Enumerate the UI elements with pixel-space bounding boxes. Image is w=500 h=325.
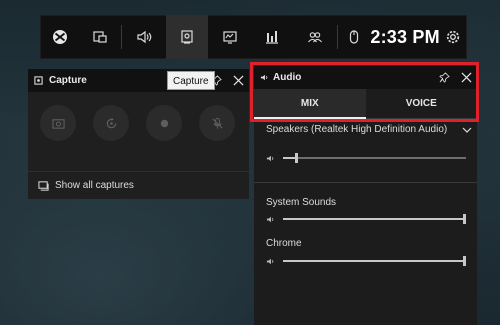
capture-actions bbox=[40, 105, 235, 141]
clock: 2:33 PM bbox=[370, 26, 440, 47]
close-icon bbox=[232, 75, 244, 86]
device-volume-slider[interactable] bbox=[266, 152, 466, 164]
output-device-select[interactable]: Speakers (Realtek High Definition Audio) bbox=[266, 124, 472, 135]
camera-icon bbox=[34, 76, 43, 85]
capture-widget: Capture Show all captures bbox=[28, 69, 249, 199]
resources-icon bbox=[266, 31, 279, 44]
highlight-box bbox=[250, 62, 479, 122]
social-icon bbox=[308, 32, 323, 43]
system-sounds-volume-slider[interactable] bbox=[266, 213, 466, 225]
record-last-icon bbox=[106, 117, 116, 128]
volume-icon bbox=[266, 216, 274, 222]
capture-button[interactable] bbox=[165, 15, 208, 59]
slider-track bbox=[283, 214, 466, 224]
slider-fill bbox=[283, 260, 466, 262]
show-all-captures-label: Show all captures bbox=[55, 180, 134, 191]
mic-toggle-button[interactable] bbox=[199, 105, 235, 141]
gallery-icon bbox=[38, 181, 49, 191]
game-bar: 2:33 PM bbox=[40, 15, 467, 59]
capture-close-button[interactable] bbox=[227, 69, 249, 92]
app-name-chrome: Chrome bbox=[266, 238, 302, 249]
performance-icon bbox=[222, 31, 237, 44]
xbox-icon bbox=[52, 30, 67, 44]
gear-icon bbox=[446, 30, 460, 44]
performance-button[interactable] bbox=[208, 15, 252, 59]
show-all-captures-link[interactable]: Show all captures bbox=[28, 171, 249, 199]
volume-icon bbox=[266, 155, 274, 161]
start-recording-button[interactable] bbox=[146, 105, 182, 141]
record-last-button[interactable] bbox=[93, 105, 129, 141]
capture-icon bbox=[181, 30, 193, 44]
settings-button[interactable] bbox=[440, 15, 466, 59]
slider-track bbox=[283, 256, 466, 266]
audio-button[interactable] bbox=[122, 15, 166, 59]
social-button[interactable] bbox=[293, 15, 337, 59]
output-device-label: Speakers (Realtek High Definition Audio) bbox=[266, 124, 448, 135]
widget-menu-button[interactable] bbox=[79, 15, 121, 59]
chevron-down-icon bbox=[462, 127, 472, 133]
mouse-button[interactable] bbox=[338, 15, 370, 59]
xbox-button[interactable] bbox=[41, 15, 79, 59]
screenshot-button[interactable] bbox=[40, 105, 76, 141]
record-icon bbox=[160, 119, 168, 127]
capture-title: Capture bbox=[49, 75, 87, 86]
slider-fill bbox=[283, 218, 466, 220]
divider bbox=[254, 182, 477, 183]
resources-button[interactable] bbox=[252, 15, 294, 59]
tooltip: Capture bbox=[167, 71, 215, 90]
slider-thumb[interactable] bbox=[463, 214, 466, 224]
screenshot-icon bbox=[51, 118, 65, 129]
widget-menu-icon bbox=[93, 31, 107, 43]
volume-icon bbox=[266, 258, 274, 264]
slider-thumb[interactable] bbox=[463, 256, 466, 266]
slider-thumb[interactable] bbox=[294, 153, 298, 163]
chrome-volume-slider[interactable] bbox=[266, 255, 466, 267]
app-name-system-sounds: System Sounds bbox=[266, 197, 337, 208]
audio-icon bbox=[137, 30, 152, 44]
mic-off-icon bbox=[211, 117, 223, 129]
slider-track bbox=[283, 153, 466, 163]
mouse-icon bbox=[350, 30, 359, 44]
